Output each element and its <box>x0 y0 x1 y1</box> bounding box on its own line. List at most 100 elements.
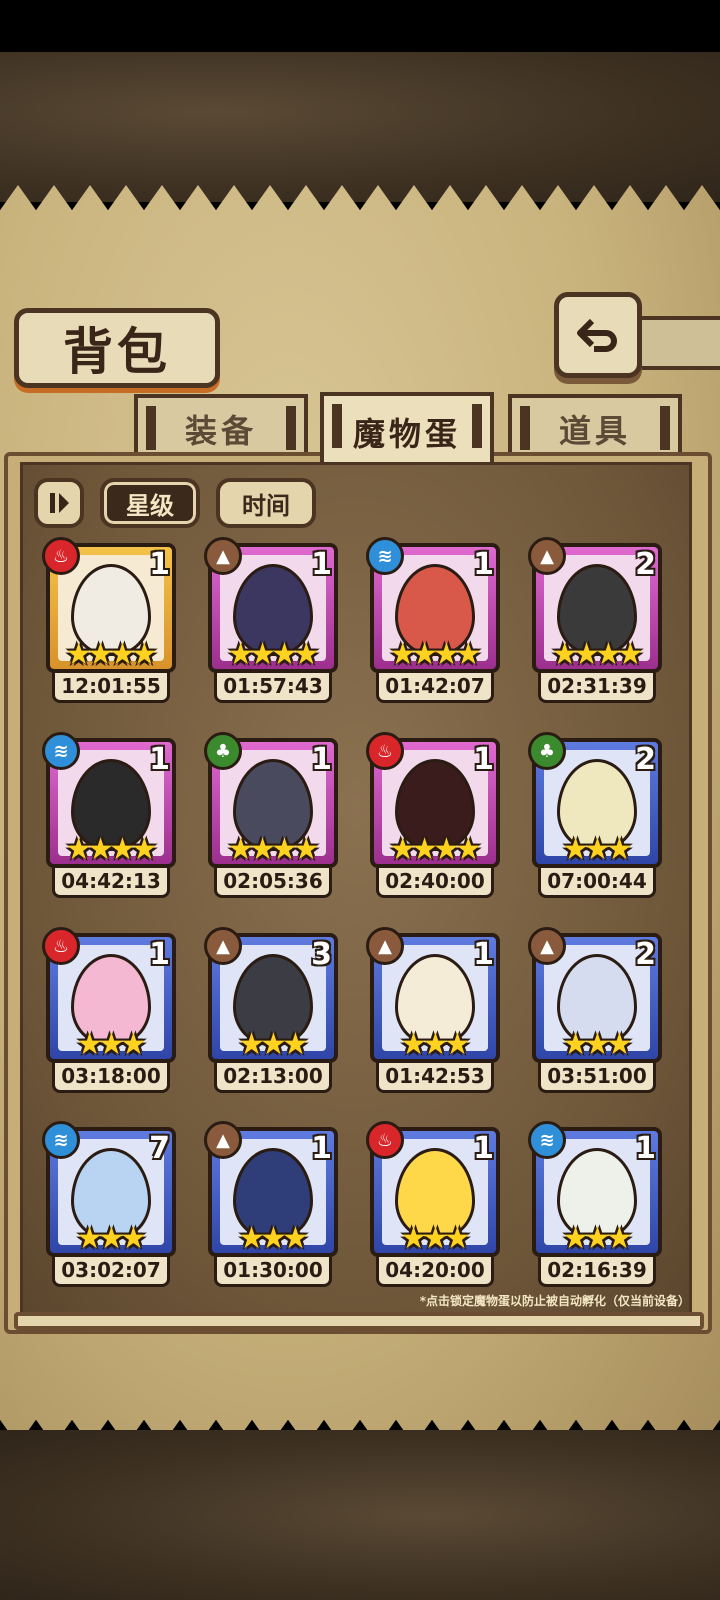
element-water-icon: ≋ <box>528 1121 566 1159</box>
sort-by-time-button[interactable]: 时间 <box>216 478 316 528</box>
egg-count: 2 <box>635 742 656 777</box>
egg-count: 1 <box>473 937 494 972</box>
tab-monster-eggs[interactable]: 魔物蛋 <box>320 392 494 468</box>
sort-direction-icon <box>50 493 69 513</box>
tab-monster-eggs-label: 魔物蛋 <box>352 415 461 453</box>
status-bar <box>0 0 720 52</box>
egg-card[interactable]: ♣ 1 ★★★★ 02:05:36 <box>204 732 338 900</box>
egg-hatch-timer: 12:01:55 <box>52 673 170 703</box>
map-background-bottom <box>0 1430 720 1600</box>
egg-card[interactable]: ▲ 1 ★★★★ 01:57:43 <box>204 537 338 705</box>
egg-card[interactable]: ≋ 1 ★★★★ 04:42:13 <box>42 732 176 900</box>
element-wood-icon: ♣ <box>204 732 242 770</box>
egg-card[interactable]: ≋ 1 ★★★★ 01:42:07 <box>366 537 500 705</box>
egg-hatch-timer: 02:31:39 <box>538 673 656 703</box>
element-earth-icon: ▲ <box>204 537 242 575</box>
egg-count: 1 <box>311 742 332 777</box>
egg-star-rating: ★★★ <box>562 1027 633 1062</box>
page-title-text: 背包 <box>63 323 171 381</box>
egg-count: 1 <box>473 547 494 582</box>
element-water-icon: ≋ <box>42 1121 80 1159</box>
egg-count: 1 <box>149 937 170 972</box>
egg-count: 1 <box>149 742 170 777</box>
egg-count: 1 <box>311 1131 332 1166</box>
egg-star-rating: ★★★★ <box>227 637 320 672</box>
element-fire-icon: ♨ <box>366 1121 404 1159</box>
element-wood-icon: ♣ <box>528 732 566 770</box>
egg-count: 7 <box>149 1131 170 1166</box>
egg-hatch-timer: 01:57:43 <box>214 673 332 703</box>
egg-hatch-timer: 01:42:53 <box>376 1063 494 1093</box>
map-background-top <box>0 52 720 202</box>
egg-star-rating: ★★★ <box>76 1221 147 1256</box>
tab-items-label: 道具 <box>558 412 631 450</box>
egg-card[interactable]: ≋ 1 ★★★ 02:16:39 <box>528 1121 662 1289</box>
element-earth-icon: ▲ <box>366 927 404 965</box>
egg-star-rating: ★★★ <box>238 1027 309 1062</box>
egg-card[interactable]: ♨ 1 ★★★ 04:20:00 <box>366 1121 500 1289</box>
egg-star-rating: ★★★★ <box>65 832 158 867</box>
egg-card[interactable]: ♨ 1 ★★★★ 02:40:00 <box>366 732 500 900</box>
element-water-icon: ≋ <box>366 537 404 575</box>
element-earth-icon: ▲ <box>204 927 242 965</box>
egg-hatch-timer: 03:51:00 <box>538 1063 656 1093</box>
egg-card[interactable]: ▲ 1 ★★★ 01:30:00 <box>204 1121 338 1289</box>
egg-hatch-timer: 03:18:00 <box>52 1063 170 1093</box>
egg-hatch-timer: 07:00:44 <box>538 868 656 898</box>
egg-count: 2 <box>635 937 656 972</box>
egg-star-rating: ★★★ <box>562 832 633 867</box>
tab-equipment-label: 装备 <box>184 412 257 450</box>
element-earth-icon: ▲ <box>528 537 566 575</box>
egg-hatch-timer: 04:42:13 <box>52 868 170 898</box>
egg-hatch-timer: 02:05:36 <box>214 868 332 898</box>
egg-star-rating: ★★★ <box>400 1221 471 1256</box>
sort-direction-button[interactable] <box>34 478 84 528</box>
egg-count: 3 <box>311 937 332 972</box>
egg-hatch-timer: 04:20:00 <box>376 1257 494 1287</box>
egg-count: 1 <box>149 547 170 582</box>
egg-card[interactable]: ♨ 1 ★★★★ 12:01:55 <box>42 537 176 705</box>
egg-card[interactable]: ♨ 1 ★★★ 03:18:00 <box>42 927 176 1095</box>
egg-star-rating: ★★★★ <box>227 832 320 867</box>
egg-star-rating: ★★★★ <box>389 637 482 672</box>
element-fire-icon: ♨ <box>42 537 80 575</box>
egg-count: 1 <box>473 742 494 777</box>
element-fire-icon: ♨ <box>366 732 404 770</box>
egg-star-rating: ★★★ <box>238 1221 309 1256</box>
lock-hint-text: *点击锁定魔物蛋以防止被自动孵化（仅当前设备） <box>419 1294 690 1308</box>
egg-star-rating: ★★★ <box>76 1027 147 1062</box>
egg-star-rating: ★★★ <box>400 1027 471 1062</box>
egg-card[interactable]: ♣ 2 ★★★ 07:00:44 <box>528 732 662 900</box>
return-arrow-icon <box>577 318 617 352</box>
egg-count: 2 <box>635 547 656 582</box>
egg-count: 1 <box>635 1131 656 1166</box>
egg-card[interactable]: ▲ 2 ★★★★ 02:31:39 <box>528 537 662 705</box>
element-water-icon: ≋ <box>42 732 80 770</box>
egg-star-rating: ★★★★ <box>65 637 158 672</box>
egg-card[interactable]: ≋ 7 ★★★ 03:02:07 <box>42 1121 176 1289</box>
tab-equipment[interactable]: 装备 <box>134 394 308 460</box>
egg-count: 1 <box>311 547 332 582</box>
egg-hatch-timer: 01:42:07 <box>376 673 494 703</box>
element-fire-icon: ♨ <box>42 927 80 965</box>
element-earth-icon: ▲ <box>528 927 566 965</box>
egg-star-rating: ★★★★ <box>389 832 482 867</box>
egg-star-rating: ★★★★ <box>551 637 644 672</box>
egg-card[interactable]: ▲ 2 ★★★ 03:51:00 <box>528 927 662 1095</box>
egg-hatch-timer: 02:40:00 <box>376 868 494 898</box>
egg-hatch-timer: 02:16:39 <box>538 1257 656 1287</box>
tab-items[interactable]: 道具 <box>508 394 682 460</box>
egg-card[interactable]: ▲ 1 ★★★ 01:42:53 <box>366 927 500 1095</box>
egg-star-rating: ★★★ <box>562 1221 633 1256</box>
back-button-rail <box>632 316 720 370</box>
panel-bottom-bar <box>14 1312 704 1330</box>
egg-card[interactable]: ▲ 3 ★★★ 02:13:00 <box>204 927 338 1095</box>
back-button[interactable] <box>554 292 642 378</box>
sort-by-star-button[interactable]: 星级 <box>100 478 200 528</box>
egg-hatch-timer: 02:13:00 <box>214 1063 332 1093</box>
egg-hatch-timer: 03:02:07 <box>52 1257 170 1287</box>
element-earth-icon: ▲ <box>204 1121 242 1159</box>
egg-count: 1 <box>473 1131 494 1166</box>
egg-hatch-timer: 01:30:00 <box>214 1257 332 1287</box>
page-title: 背包 <box>14 308 220 388</box>
